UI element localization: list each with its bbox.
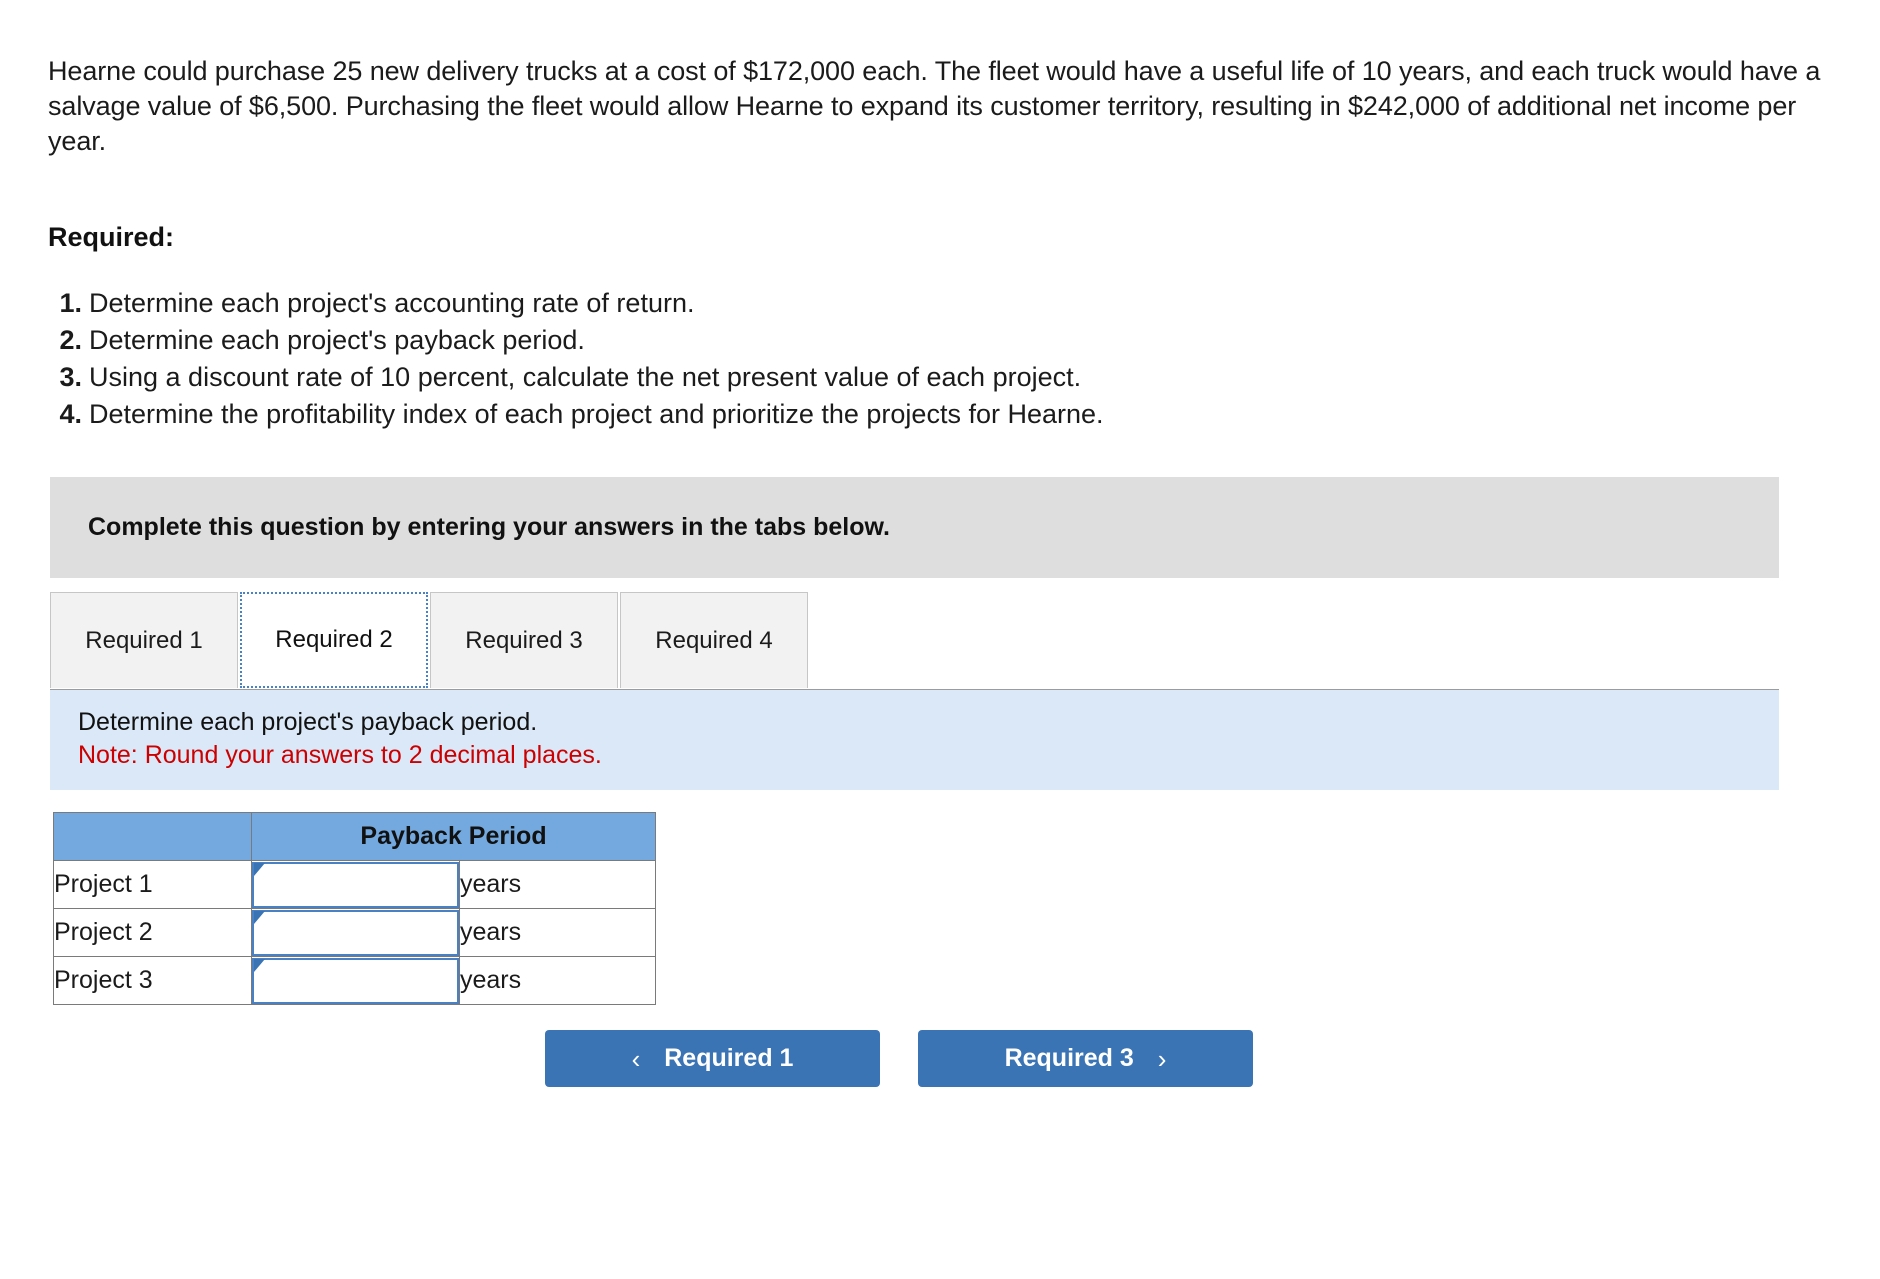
problem-paragraph: Hearne could purchase 25 new delivery tr… [48, 56, 1821, 156]
requirement-text-3: Using a discount rate of 10 percent, cal… [89, 362, 1082, 392]
chevron-right-icon: › [1157, 1043, 1167, 1074]
requirement-text-1: Determine each project's accounting rate… [89, 288, 695, 318]
required-heading: Required: [48, 222, 175, 252]
table-row: Project 2 years [53, 908, 656, 957]
row-label-project-1: Project 1 [53, 860, 252, 909]
instruction-text: Determine each project's payback period. [78, 708, 538, 736]
requirement-tabs: Required 1 Required 2 Required 3 Require… [50, 592, 1779, 692]
requirements-list: 1. Determine each project's accounting ra… [48, 285, 1548, 433]
tab-row: Required 1 Required 2 Required 3 Require… [50, 592, 810, 690]
requirement-item-2: 2. Determine each project's payback perio… [48, 322, 1548, 359]
tab-required-3[interactable]: Required 3 [430, 592, 618, 688]
prev-button-label: Required 1 [664, 1044, 794, 1072]
requirement-number-4: 4. [59, 399, 82, 429]
requirement-item-4: 4. Determine the profitability index of e… [48, 396, 1548, 433]
question-page: Hearne could purchase 25 new delivery tr… [0, 0, 1880, 1279]
table-header-payback-period: Payback Period [251, 812, 656, 861]
cell-payback-project-1 [251, 860, 460, 909]
unit-label-project-2: years [459, 908, 656, 957]
complete-question-banner: Complete this question by entering your … [50, 477, 1779, 578]
tab-required-1[interactable]: Required 1 [50, 592, 238, 688]
banner-text: Complete this question by entering your … [88, 513, 890, 541]
tab-label-3: Required 3 [465, 626, 583, 654]
instruction-note: Note: Round your answers to 2 decimal pl… [78, 741, 602, 769]
requirement-item-3: 3. Using a discount rate of 10 percent, c… [48, 359, 1548, 396]
tab-required-4[interactable]: Required 4 [620, 592, 808, 688]
input-payback-project-3[interactable] [252, 957, 459, 1004]
input-payback-project-1[interactable] [252, 861, 459, 908]
tab-label-1: Required 1 [85, 626, 203, 654]
unit-label-project-1: years [459, 860, 656, 909]
requirement-number-3: 3. [59, 362, 82, 392]
next-required-3-button[interactable]: Required 3 › [918, 1030, 1253, 1087]
prev-required-1-button[interactable]: ‹ Required 1 [545, 1030, 880, 1087]
row-label-project-2: Project 2 [53, 908, 252, 957]
chevron-left-icon: ‹ [631, 1043, 641, 1074]
table-head: Payback Period [53, 812, 656, 861]
instruction-panel: Determine each project's payback period.… [50, 690, 1779, 790]
tab-required-2[interactable]: Required 2 [240, 592, 428, 688]
requirement-item-1: 1. Determine each project's accounting ra… [48, 285, 1548, 322]
input-payback-project-2[interactable] [252, 909, 459, 956]
table-row: Project 1 years [53, 860, 656, 909]
table-row: Project 3 years [53, 956, 656, 1005]
requirement-text-2: Determine each project's payback period. [89, 325, 585, 355]
payback-period-table: Payback Period Project 1 years Project 2… [53, 812, 656, 1005]
table-header-blank [53, 812, 252, 861]
tab-label-2: Required 2 [275, 626, 393, 653]
unit-label-project-3: years [459, 956, 656, 1005]
row-label-project-3: Project 3 [53, 956, 252, 1005]
requirement-number-2: 2. [59, 325, 82, 355]
requirement-text-4: Determine the profitability index of eac… [89, 399, 1104, 429]
cell-payback-project-2 [251, 908, 460, 957]
table-header-row: Payback Period [53, 812, 656, 861]
tab-navigation-buttons: ‹ Required 1 Required 3 › [545, 1030, 1253, 1087]
table-body: Project 1 years Project 2 years Project … [53, 860, 656, 1005]
tab-label-4: Required 4 [655, 626, 773, 654]
requirement-number-1: 1. [59, 288, 82, 318]
next-button-label: Required 3 [1004, 1044, 1134, 1072]
cell-payback-project-3 [251, 956, 460, 1005]
